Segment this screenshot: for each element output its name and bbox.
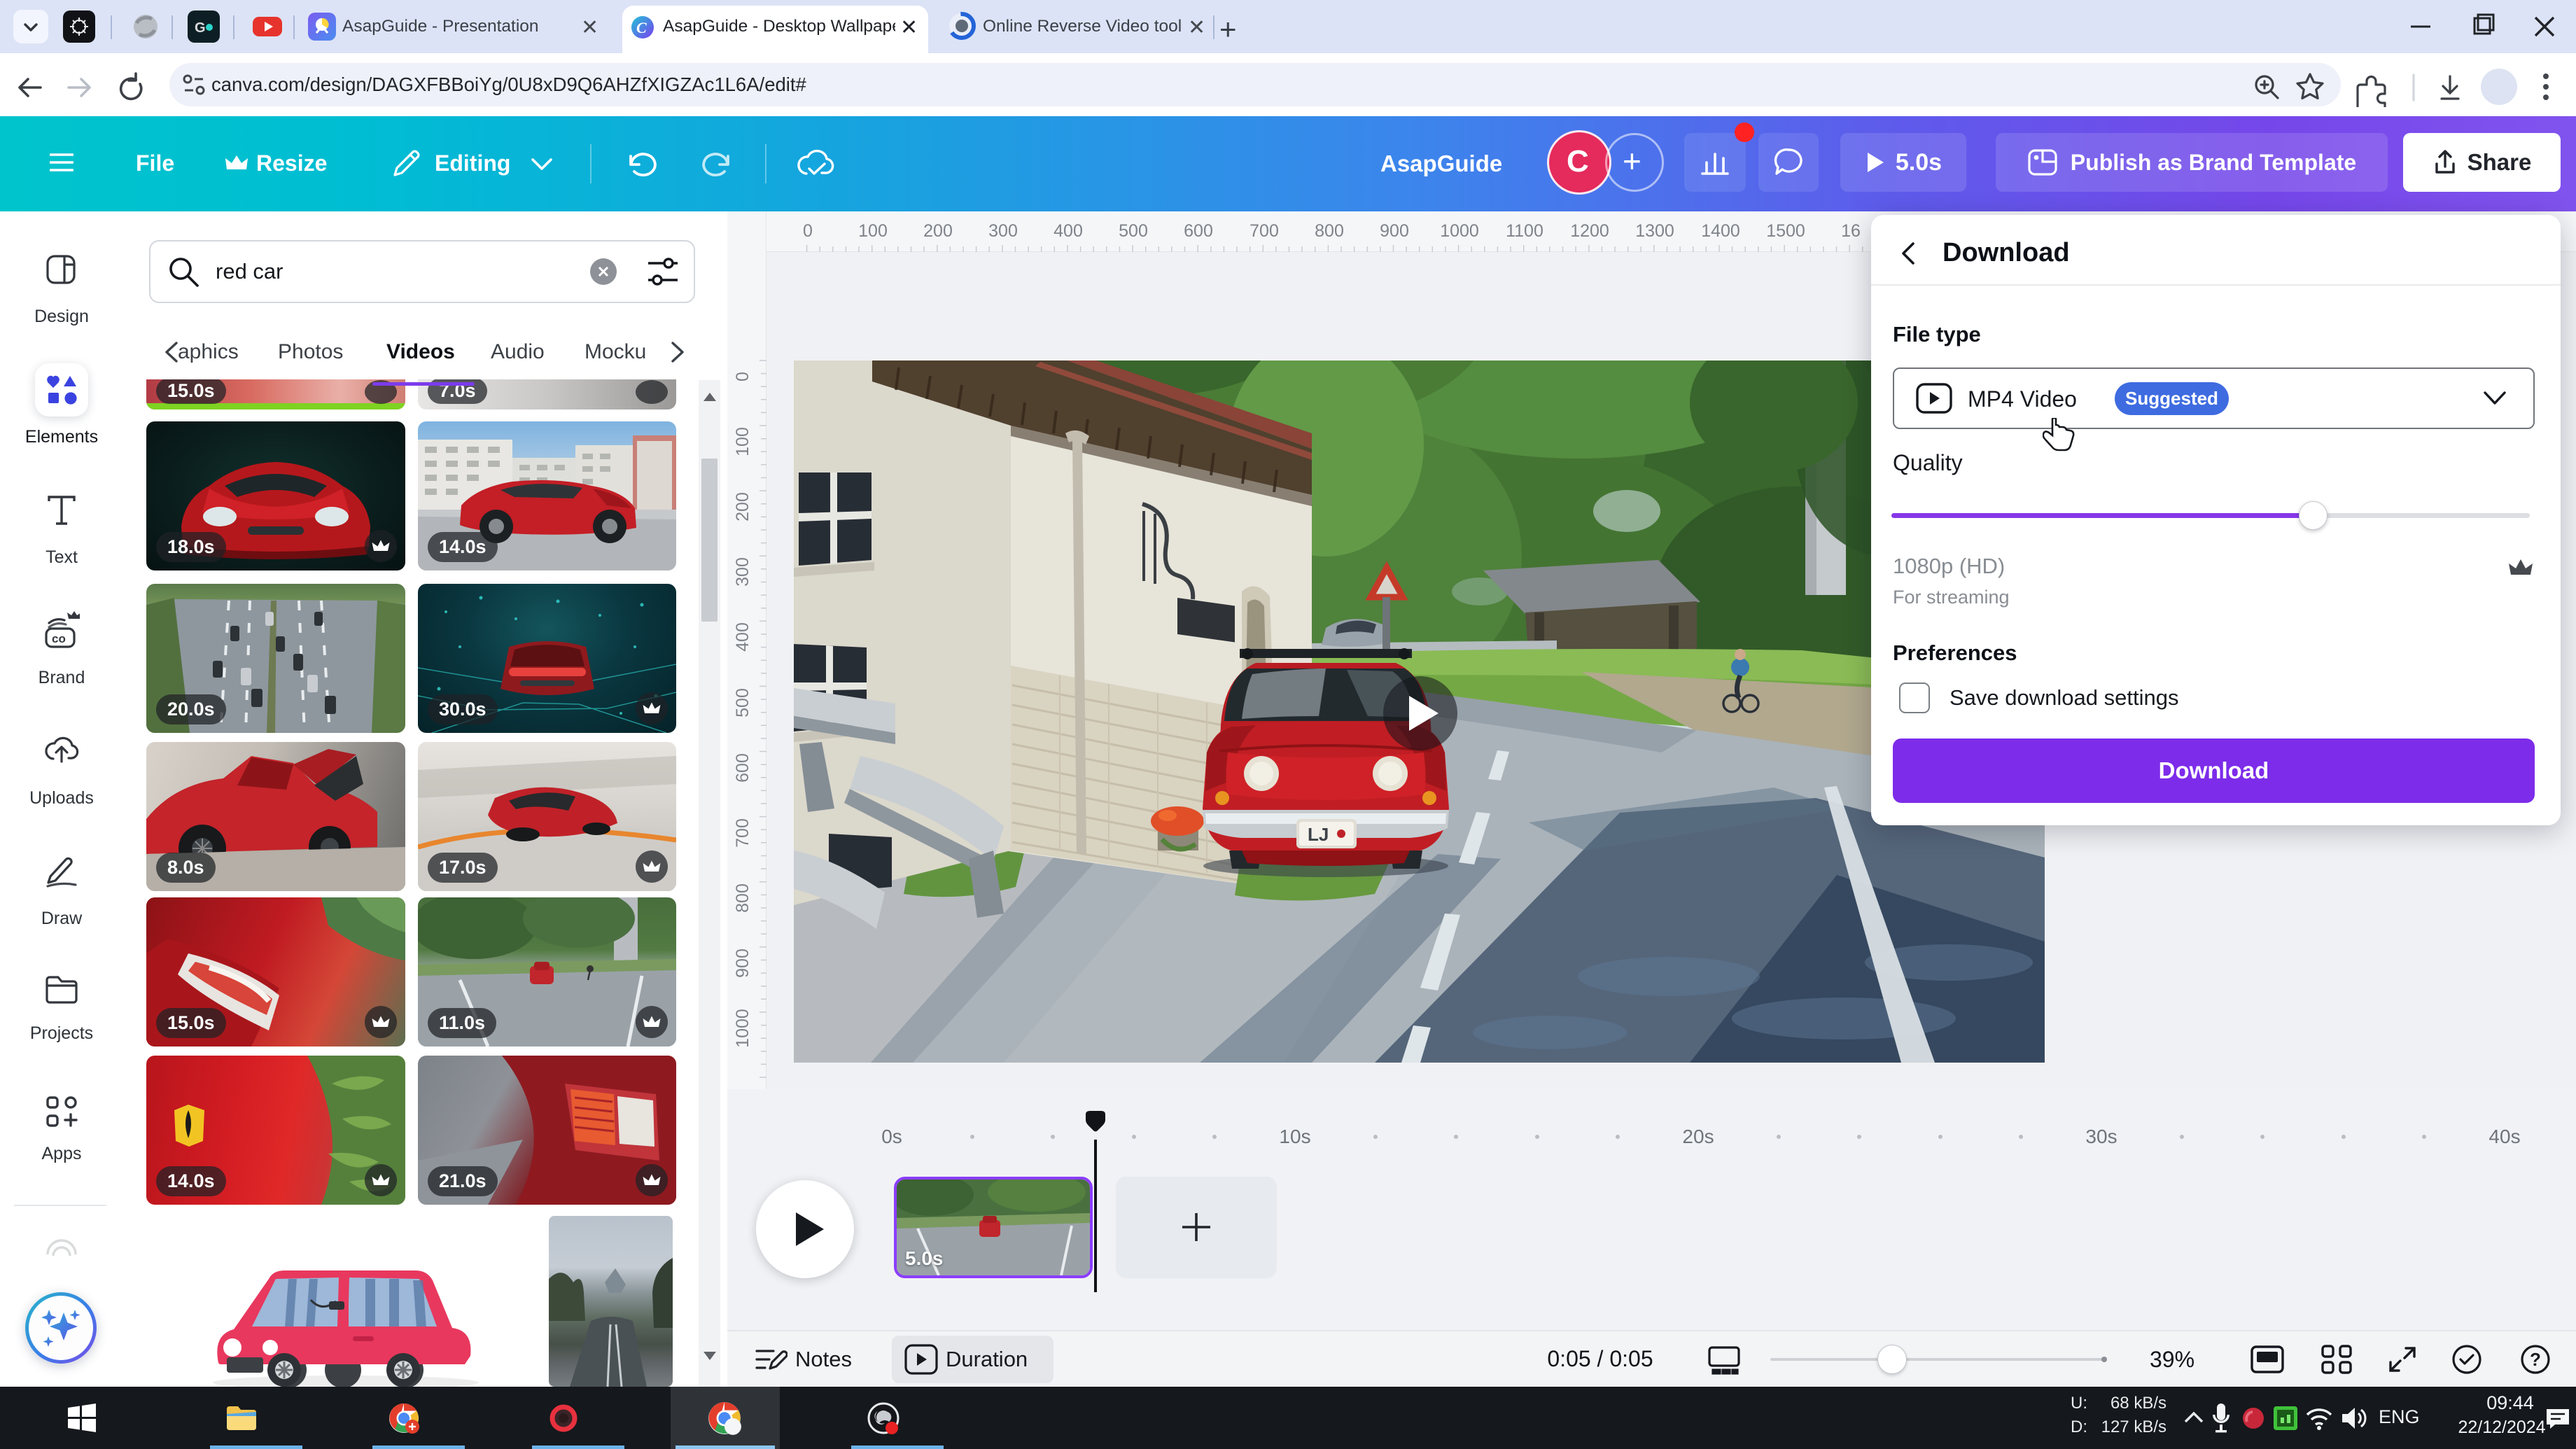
svg-text:100: 100 [733,427,752,456]
svg-text:600: 600 [733,753,752,783]
svg-text:1400: 1400 [1701,221,1740,241]
svg-text:30s: 30s [2085,1126,2117,1147]
svg-text:LJ: LJ [1308,824,1329,845]
svg-text:400: 400 [1054,221,1083,241]
svg-text:C: C [636,19,647,36]
svg-text:800: 800 [1315,221,1344,241]
svg-text:300: 300 [733,557,752,587]
svg-text:900: 900 [733,948,752,978]
svg-text:500: 500 [1119,221,1148,241]
svg-text:co: co [52,632,66,645]
svg-text:0: 0 [803,221,813,241]
svg-text:1200: 1200 [1570,221,1609,241]
svg-text:100: 100 [858,221,888,241]
svg-text:200: 200 [733,492,752,522]
svg-text:300: 300 [988,221,1018,241]
svg-text:0: 0 [733,372,752,382]
svg-text:G: G [195,20,206,36]
svg-text:600: 600 [1184,221,1213,241]
svg-text:700: 700 [733,818,752,848]
svg-text:200: 200 [923,221,953,241]
svg-text:800: 800 [733,883,752,913]
svg-text:0s: 0s [881,1126,902,1147]
svg-text:20s: 20s [1682,1126,1714,1147]
svg-text:400: 400 [733,622,752,652]
svg-text:700: 700 [1250,221,1279,241]
svg-text:16: 16 [1841,221,1861,241]
svg-text:1000: 1000 [1440,221,1479,241]
svg-text:1300: 1300 [1635,221,1674,241]
svg-text:1000: 1000 [733,1009,752,1048]
svg-text:1100: 1100 [1506,221,1544,241]
svg-text:?: ? [2530,1349,2541,1370]
svg-text:1500: 1500 [1766,221,1805,241]
svg-text:500: 500 [733,688,752,718]
svg-text:10s: 10s [1279,1126,1310,1147]
svg-text:40s: 40s [2488,1126,2520,1147]
svg-text:900: 900 [1380,221,1409,241]
